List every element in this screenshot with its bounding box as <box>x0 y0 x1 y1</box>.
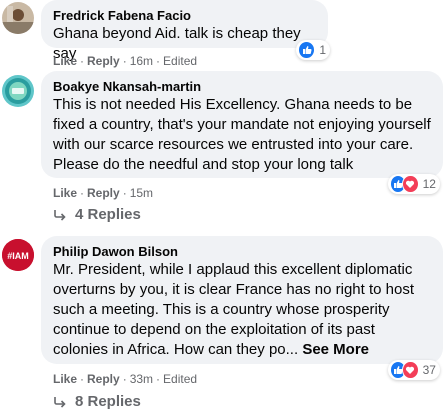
comment-timestamp[interactable]: 15m <box>130 186 153 200</box>
reaction-count: 12 <box>422 177 436 191</box>
comment-bubble: Fredrick Fabena Facio Ghana beyond Aid. … <box>41 0 328 62</box>
comment-actions: Like · Reply · 33m · Edited <box>53 372 198 386</box>
comment-author[interactable]: Philip Dawon Bilson <box>53 243 431 260</box>
reaction-summary[interactable]: 12 <box>388 174 440 194</box>
reply-button[interactable]: Reply <box>87 372 120 386</box>
comment-2: Boakye Nkansah-martin This is not needed… <box>0 71 448 231</box>
comment-author[interactable]: Boakye Nkansah-martin <box>53 78 431 95</box>
like-button[interactable]: Like <box>53 54 77 68</box>
avatar[interactable] <box>2 75 34 107</box>
like-button[interactable]: Like <box>53 372 77 386</box>
comment-text: Mr. President, while I applaud this exce… <box>53 261 415 358</box>
like-reaction-icon <box>298 41 316 59</box>
avatar[interactable]: #IAM <box>2 239 34 271</box>
reply-arrow-icon <box>54 396 66 408</box>
avatar-text: #IAM <box>7 251 29 261</box>
view-replies-button[interactable]: 4 Replies <box>53 206 141 223</box>
comment-actions: Like · Reply · 16m · Edited <box>53 54 198 68</box>
view-replies-label: 4 Replies <box>75 206 141 223</box>
comment-3: #IAM Philip Dawon Bilson Mr. President, … <box>0 236 448 415</box>
comment-bubble: Boakye Nkansah-martin This is not needed… <box>41 71 443 178</box>
comment-actions: Like · Reply · 15m <box>53 186 154 200</box>
edited-label: Edited <box>163 54 198 68</box>
reaction-count: 1 <box>319 43 326 57</box>
reply-arrow-icon <box>54 209 66 221</box>
view-replies-button[interactable]: 8 Replies <box>53 393 141 410</box>
edited-label: Edited <box>163 372 198 386</box>
reply-button[interactable]: Reply <box>87 54 120 68</box>
comment-timestamp[interactable]: 16m <box>130 54 153 68</box>
love-reaction-icon <box>402 175 419 193</box>
comment-1: Fredrick Fabena Facio Ghana beyond Aid. … <box>0 0 448 70</box>
love-reaction-icon <box>402 361 419 379</box>
see-more-link[interactable]: See More <box>302 341 369 358</box>
like-button[interactable]: Like <box>53 186 77 200</box>
avatar[interactable] <box>2 2 34 34</box>
reaction-count: 37 <box>422 363 436 377</box>
comment-bubble: Philip Dawon Bilson Mr. President, while… <box>41 236 443 364</box>
reply-button[interactable]: Reply <box>87 186 120 200</box>
view-replies-label: 8 Replies <box>75 393 141 410</box>
comment-timestamp[interactable]: 33m <box>130 372 153 386</box>
comment-author[interactable]: Fredrick Fabena Facio <box>53 7 316 24</box>
reaction-summary[interactable]: 37 <box>388 360 440 380</box>
reaction-summary[interactable]: 1 <box>296 40 330 60</box>
comment-text: This is not needed His Excellency. Ghana… <box>53 96 431 173</box>
